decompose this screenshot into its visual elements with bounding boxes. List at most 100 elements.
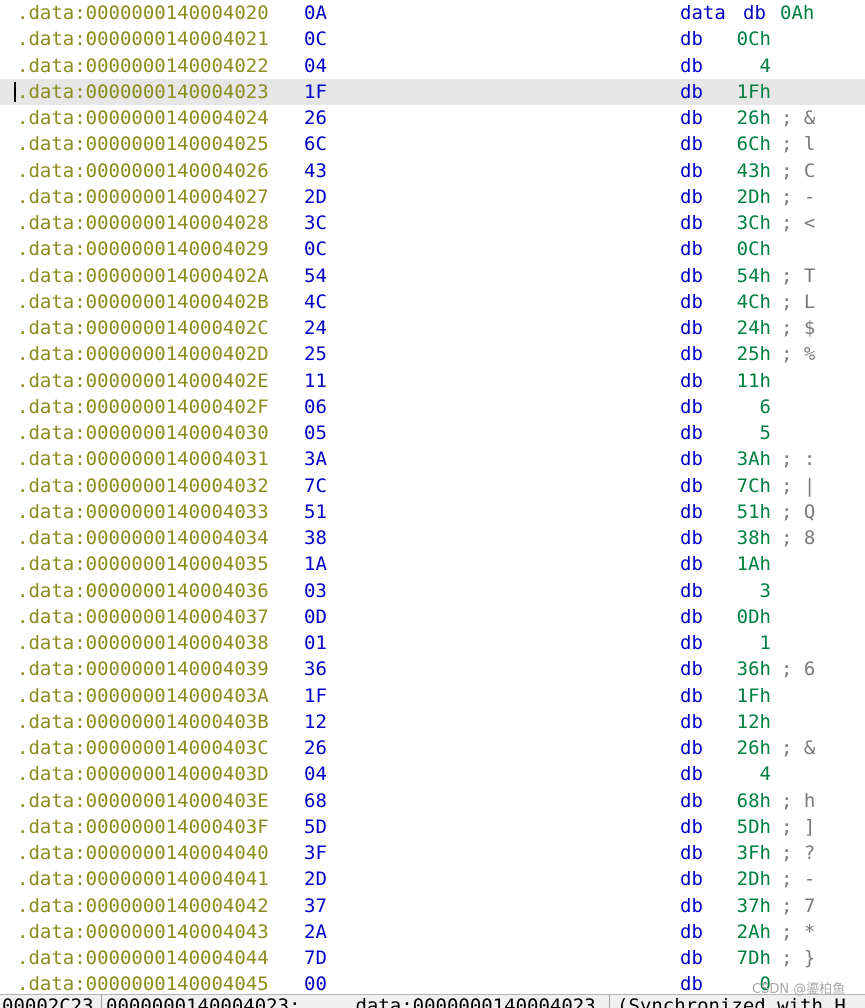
listing-row[interactable]: .data:000000014000403B 12 db 12h [0, 709, 865, 735]
row-address[interactable]: .data:0000000140004023 [17, 79, 269, 105]
row-value[interactable]: 0Ah [780, 0, 814, 26]
listing-row[interactable]: .data:0000000140004031 3A db 3Ah ; : [0, 446, 865, 472]
row-address[interactable]: .data:0000000140004036 [17, 578, 269, 604]
row-address[interactable]: .data:000000014000402C [17, 315, 269, 341]
listing-row[interactable]: .data:0000000140004041 2D db 2Dh ; - [0, 866, 865, 892]
row-value[interactable]: 4 [731, 53, 771, 79]
row-address[interactable]: .data:000000014000402F [17, 394, 269, 420]
row-value[interactable]: 5 [731, 420, 771, 446]
listing-row[interactable]: .data:000000014000402B 4C db 4Ch ; L [0, 289, 865, 315]
listing-row[interactable]: .data:0000000140004033 51 db 51h ; Q [0, 499, 865, 525]
row-value[interactable]: 25h [731, 341, 771, 367]
row-value[interactable]: 5Dh [731, 814, 771, 840]
listing-row[interactable]: .data:000000014000402D 25 db 25h ; % [0, 341, 865, 367]
row-value[interactable]: 26h [731, 105, 771, 131]
row-value[interactable]: 36h [731, 656, 771, 682]
listing-row[interactable]: .data:0000000140004042 37 db 37h ; 7 [0, 893, 865, 919]
listing-row[interactable]: .data:0000000140004029 0C db 0Ch [0, 236, 865, 262]
listing-row[interactable]: .data:0000000140004044 7D db 7Dh ; } [0, 945, 865, 971]
row-address[interactable]: .data:0000000140004038 [17, 630, 269, 656]
listing-row[interactable]: .data:000000014000403D 04 db 4 [0, 761, 865, 787]
row-address[interactable]: .data:0000000140004035 [17, 551, 269, 577]
listing-row[interactable]: .data:0000000140004037 0D db 0Dh [0, 604, 865, 630]
row-address[interactable]: .data:0000000140004026 [17, 158, 269, 184]
listing-row[interactable]: .data:0000000140004036 03 db 3 [0, 578, 865, 604]
row-address[interactable]: .data:0000000140004029 [17, 236, 269, 262]
listing-row[interactable]: .data:000000014000402A 54 db 54h ; T [0, 263, 865, 289]
row-address[interactable]: .data:000000014000403F [17, 814, 269, 840]
listing-row[interactable]: .data:0000000140004045 00 db 0 [0, 971, 865, 994]
row-value[interactable]: 2Dh [731, 184, 771, 210]
row-value[interactable]: 3Fh [731, 840, 771, 866]
row-label[interactable]: data [680, 0, 726, 26]
row-address[interactable]: .data:0000000140004024 [17, 105, 269, 131]
row-address[interactable]: .data:0000000140004028 [17, 210, 269, 236]
row-value[interactable]: 1 [731, 630, 771, 656]
listing-row[interactable]: .data:0000000140004030 05 db 5 [0, 420, 865, 446]
row-value[interactable]: 6Ch [731, 131, 771, 157]
row-value[interactable]: 54h [731, 263, 771, 289]
row-value[interactable]: 24h [731, 315, 771, 341]
row-address[interactable]: .data:000000014000403B [17, 709, 269, 735]
row-value[interactable]: 3 [731, 578, 771, 604]
row-value[interactable]: 7Dh [731, 945, 771, 971]
row-value[interactable]: 1Fh [731, 79, 771, 105]
row-address[interactable]: .data:000000014000402E [17, 368, 269, 394]
listing-row[interactable]: .data:0000000140004034 38 db 38h ; 8 [0, 525, 865, 551]
row-value[interactable]: 12h [731, 709, 771, 735]
row-address[interactable]: .data:0000000140004039 [17, 656, 269, 682]
row-address[interactable]: .data:0000000140004044 [17, 945, 269, 971]
row-value[interactable]: 11h [731, 368, 771, 394]
listing-row[interactable]: .data:000000014000403E 68 db 68h ; h [0, 788, 865, 814]
row-value[interactable]: 26h [731, 735, 771, 761]
row-address[interactable]: .data:0000000140004033 [17, 499, 269, 525]
row-address[interactable]: .data:0000000140004021 [17, 26, 269, 52]
row-value[interactable]: 51h [731, 499, 771, 525]
row-address[interactable]: .data:0000000140004041 [17, 866, 269, 892]
row-address[interactable]: .data:000000014000403E [17, 788, 269, 814]
listing-row[interactable]: .data:0000000140004022 04 db 4 [0, 53, 865, 79]
row-value[interactable]: 4Ch [731, 289, 771, 315]
row-address[interactable]: .data:0000000140004043 [17, 919, 269, 945]
row-address[interactable]: .data:0000000140004031 [17, 446, 269, 472]
row-value[interactable]: 6 [731, 394, 771, 420]
listing-row[interactable]: .data:0000000140004024 26 db 26h ; & [0, 105, 865, 131]
listing-row[interactable]: .data:0000000140004039 36 db 36h ; 6 [0, 656, 865, 682]
listing-row[interactable]: .data:000000014000402F 06 db 6 [0, 394, 865, 420]
row-value[interactable]: 68h [731, 788, 771, 814]
row-address[interactable]: .data:0000000140004045 [17, 971, 269, 994]
row-address[interactable]: .data:0000000140004030 [17, 420, 269, 446]
row-address[interactable]: .data:000000014000403C [17, 735, 269, 761]
listing-row[interactable]: .data:0000000140004040 3F db 3Fh ; ? [0, 840, 865, 866]
row-address[interactable]: .data:0000000140004037 [17, 604, 269, 630]
row-value[interactable]: 4 [731, 761, 771, 787]
row-address[interactable]: .data:000000014000402B [17, 289, 269, 315]
row-address[interactable]: .data:0000000140004032 [17, 473, 269, 499]
row-address[interactable]: .data:000000014000403A [17, 683, 269, 709]
listing-row[interactable]: .data:0000000140004028 3C db 3Ch ; < [0, 210, 865, 236]
row-value[interactable]: 0Dh [731, 604, 771, 630]
listing-row[interactable]: .data:0000000140004035 1A db 1Ah [0, 551, 865, 577]
row-value[interactable]: 3Ch [731, 210, 771, 236]
listing-row[interactable]: .data:0000000140004043 2A db 2Ah ; * [0, 919, 865, 945]
listing-row[interactable]: .data:0000000140004026 43 db 43h ; C [0, 158, 865, 184]
row-address[interactable]: .data:0000000140004020 [17, 0, 269, 26]
listing-row[interactable]: .data:0000000140004032 7C db 7Ch ; | [0, 473, 865, 499]
row-address[interactable]: .data:000000014000402A [17, 263, 269, 289]
row-value[interactable]: 0Ch [731, 236, 771, 262]
row-value[interactable]: 37h [731, 893, 771, 919]
listing-row[interactable]: .data:000000014000402E 11 db 11h [0, 368, 865, 394]
row-address[interactable]: .data:000000014000403D [17, 761, 269, 787]
row-address[interactable]: .data:0000000140004034 [17, 525, 269, 551]
row-value[interactable]: 43h [731, 158, 771, 184]
listing-row[interactable]: .data:0000000140004025 6C db 6Ch ; l [0, 131, 865, 157]
row-value[interactable]: 1Fh [731, 683, 771, 709]
listing-row[interactable]: .data:000000014000403F 5D db 5Dh ; ] [0, 814, 865, 840]
listing-row[interactable]: .data:0000000140004038 01 db 1 [0, 630, 865, 656]
row-value[interactable]: 2Dh [731, 866, 771, 892]
disassembly-listing[interactable]: .data:0000000140004020 0A data db 0Ah .data:0… [0, 0, 865, 994]
listing-row[interactable]: .data:000000014000403A 1F db 1Fh [0, 683, 865, 709]
listing-row[interactable]: .data:0000000140004027 2D db 2Dh ; - [0, 184, 865, 210]
row-address[interactable]: .data:0000000140004027 [17, 184, 269, 210]
row-address[interactable]: .data:0000000140004042 [17, 893, 269, 919]
